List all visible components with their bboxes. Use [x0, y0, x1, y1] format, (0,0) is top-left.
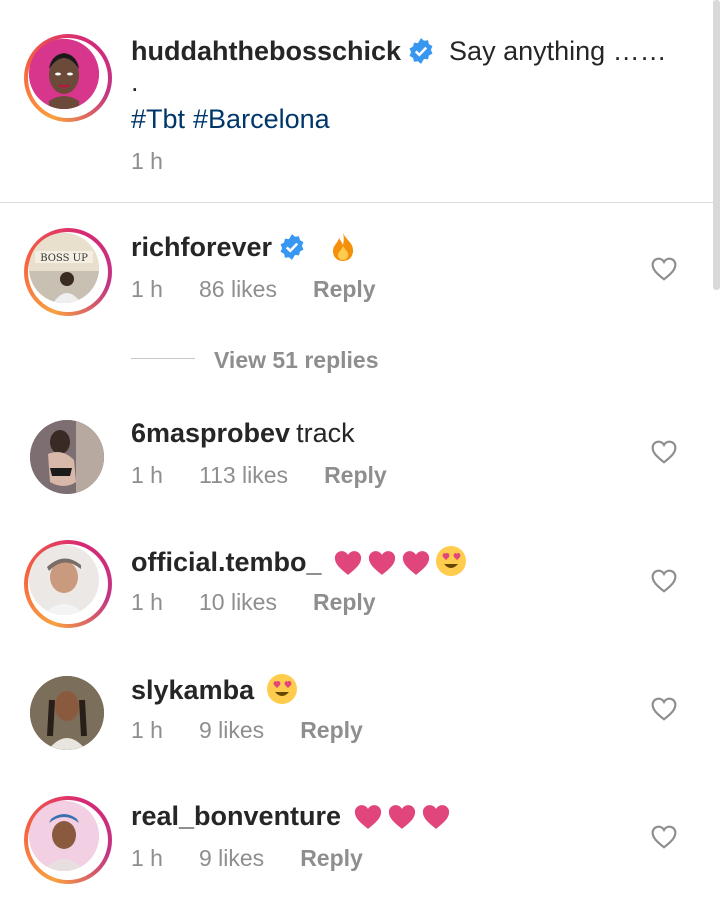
comment-avatar[interactable] [24, 796, 112, 884]
comment-avatar[interactable] [30, 420, 104, 494]
avatar-photo-icon [29, 545, 99, 615]
view-replies-line [131, 358, 195, 359]
heart-eyes-emoji-icon [266, 674, 297, 704]
caption: huddahthebosschick Say anything …… . #Tbt… [131, 36, 671, 141]
caption-avatar[interactable] [24, 34, 112, 122]
fire-emoji-icon [332, 233, 353, 261]
like-heart-icon[interactable] [651, 569, 677, 593]
reply-button[interactable]: Reply [300, 845, 363, 871]
comment-username[interactable]: 6masprobev [131, 418, 290, 448]
comment-likes[interactable]: 9 likes [199, 845, 264, 871]
view-replies-button[interactable]: View 51 replies [214, 347, 379, 374]
caption-text: Say anything …… [449, 36, 667, 66]
scrollbar[interactable] [713, 0, 720, 290]
like-heart-icon[interactable] [651, 440, 677, 464]
comment-username[interactable]: official.tembo_ [131, 547, 322, 577]
reply-button[interactable]: Reply [324, 462, 387, 488]
avatar-illustration-icon [29, 39, 99, 109]
comment-avatar[interactable] [24, 540, 112, 628]
comment-avatar[interactable]: BOSS UP [24, 228, 112, 316]
heart-emoji-icon [388, 805, 415, 829]
heart-emoji-icon [402, 551, 430, 575]
avatar-photo-icon [29, 801, 99, 871]
heart-emoji-icon [422, 805, 449, 829]
like-heart-icon[interactable] [651, 825, 677, 849]
hashtag-link[interactable]: #Tbt [131, 104, 185, 134]
comment-time: 1 h [131, 589, 163, 615]
comment-time: 1 h [131, 845, 163, 871]
reply-button[interactable]: Reply [300, 717, 363, 743]
divider [0, 202, 720, 203]
caption-dot: . [131, 67, 139, 97]
comment-likes[interactable]: 10 likes [199, 589, 277, 615]
heart-emoji-icon [354, 805, 381, 829]
comment-avatar[interactable] [30, 676, 104, 750]
hashtag-link[interactable]: #Barcelona [193, 104, 330, 134]
caption-hashtags: #Tbt #Barcelona [131, 97, 671, 141]
avatar-poster-text: BOSS UP [40, 253, 88, 264]
avatar-photo-icon [30, 676, 104, 750]
caption-username[interactable]: huddahthebosschick [131, 36, 401, 66]
like-heart-icon[interactable] [651, 257, 677, 281]
comment-likes[interactable]: 86 likes [199, 276, 277, 302]
like-heart-icon[interactable] [651, 697, 677, 721]
avatar-photo-icon [30, 420, 104, 494]
comment-time: 1 h [131, 717, 163, 743]
comment-username[interactable]: slykamba [131, 675, 254, 705]
comment-time: 1 h [131, 276, 163, 302]
avatar-poster-icon: BOSS UP [29, 233, 99, 303]
reply-button[interactable]: Reply [313, 276, 376, 302]
comment-username[interactable]: real_bonventure [131, 801, 341, 831]
comment-time: 1 h [131, 462, 163, 488]
reply-button[interactable]: Reply [313, 589, 376, 615]
comment-likes[interactable]: 9 likes [199, 717, 264, 743]
comment-likes[interactable]: 113 likes [199, 462, 288, 488]
caption-time: 1 h [131, 148, 163, 174]
comment-text: track [296, 418, 355, 448]
comment-username[interactable]: richforever [131, 232, 272, 262]
verified-badge-icon [280, 234, 304, 260]
heart-eyes-emoji-icon [436, 546, 467, 576]
heart-emoji-icon [368, 551, 396, 575]
heart-emoji-icon [334, 551, 362, 575]
verified-badge-icon [409, 38, 433, 64]
